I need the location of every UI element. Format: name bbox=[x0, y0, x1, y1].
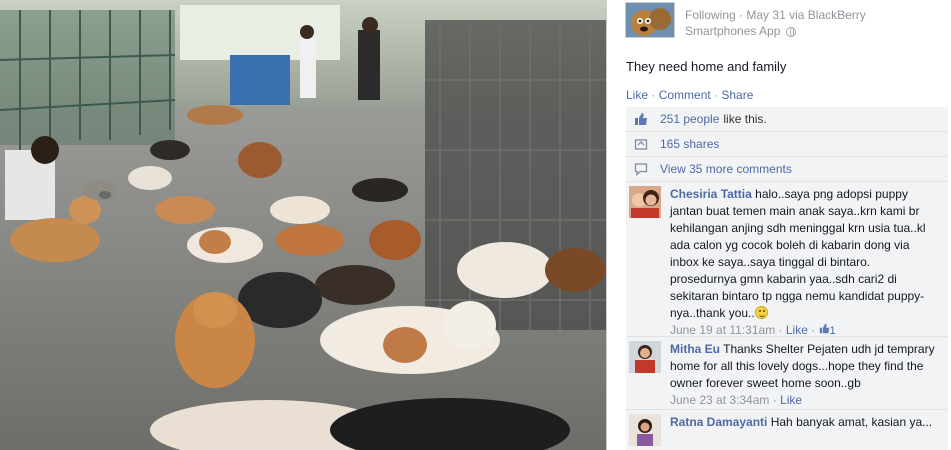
share-link[interactable]: Share bbox=[721, 88, 753, 102]
like-link[interactable]: Like bbox=[626, 88, 648, 102]
post-date[interactable]: May 31 bbox=[746, 8, 785, 22]
post-app-name[interactable]: Smartphones App bbox=[685, 24, 780, 38]
shares-summary: 165 shares bbox=[626, 132, 948, 157]
post-message: They need home and family bbox=[626, 59, 787, 74]
likes-suffix: like this. bbox=[723, 112, 767, 126]
comment-text: Hah banyak amat, kasian ya... bbox=[770, 415, 933, 429]
view-more-comments: View 35 more comments bbox=[626, 157, 948, 182]
avatar[interactable] bbox=[629, 414, 661, 446]
dog-cartoon-icon bbox=[626, 3, 674, 37]
post-via: via BlackBerry bbox=[789, 8, 866, 22]
profile-photo-icon bbox=[629, 186, 661, 218]
comment-time[interactable]: June 23 at 3:34am bbox=[670, 393, 769, 407]
avatar[interactable] bbox=[629, 341, 661, 373]
feedback-panel: 251 people like this. 165 shares View 35… bbox=[626, 107, 948, 450]
post-photo[interactable] bbox=[0, 0, 606, 450]
comment-item: Chesiria Tattia halo..saya png adopsi pu… bbox=[626, 182, 948, 337]
likes-count-link[interactable]: 251 people bbox=[660, 112, 719, 126]
thumbs-up-icon bbox=[819, 323, 829, 334]
comment-bubble-icon bbox=[634, 162, 648, 177]
comment-time[interactable]: June 19 at 11:31am bbox=[670, 323, 775, 337]
comment-like-link[interactable]: Like bbox=[780, 393, 802, 407]
page-avatar[interactable] bbox=[625, 2, 675, 38]
view-more-comments-link[interactable]: View 35 more comments bbox=[660, 162, 792, 176]
comment-item: Mitha Eu Thanks Shelter Pejaten udh jd t… bbox=[626, 337, 948, 410]
smiley-emoji-icon bbox=[754, 306, 768, 319]
comment-like-link[interactable]: Like bbox=[786, 323, 808, 337]
share-icon bbox=[634, 137, 648, 151]
avatar[interactable] bbox=[629, 186, 661, 218]
profile-photo-icon bbox=[629, 414, 661, 446]
profile-photo-icon bbox=[629, 341, 661, 373]
comment-author[interactable]: Mitha Eu bbox=[670, 342, 720, 356]
follow-status[interactable]: Following bbox=[685, 8, 736, 22]
post-actions: Like · Comment · Share bbox=[626, 88, 754, 102]
comment-author[interactable]: Chesiria Tattia bbox=[670, 187, 752, 201]
comment-item: Ratna Damayanti Hah banyak amat, kasian … bbox=[626, 410, 948, 450]
globe-icon bbox=[785, 26, 796, 37]
post-header: Following · May 31 via BlackBerry Smartp… bbox=[625, 2, 945, 42]
post-meta: Following · May 31 via BlackBerry Smartp… bbox=[685, 8, 866, 38]
comment-like-count-value: 1 bbox=[829, 325, 836, 337]
post-sidebar: Following · May 31 via BlackBerry Smartp… bbox=[606, 0, 951, 450]
likes-summary: 251 people like this. bbox=[626, 107, 948, 132]
shelter-dogs-photo bbox=[0, 0, 606, 450]
thumbs-up-icon bbox=[634, 112, 648, 126]
comment-link[interactable]: Comment bbox=[659, 88, 711, 102]
shares-link[interactable]: 165 shares bbox=[660, 137, 719, 151]
comment-text: halo..saya png adopsi puppy jantan buat … bbox=[670, 187, 926, 320]
comment-author[interactable]: Ratna Damayanti bbox=[670, 415, 767, 429]
